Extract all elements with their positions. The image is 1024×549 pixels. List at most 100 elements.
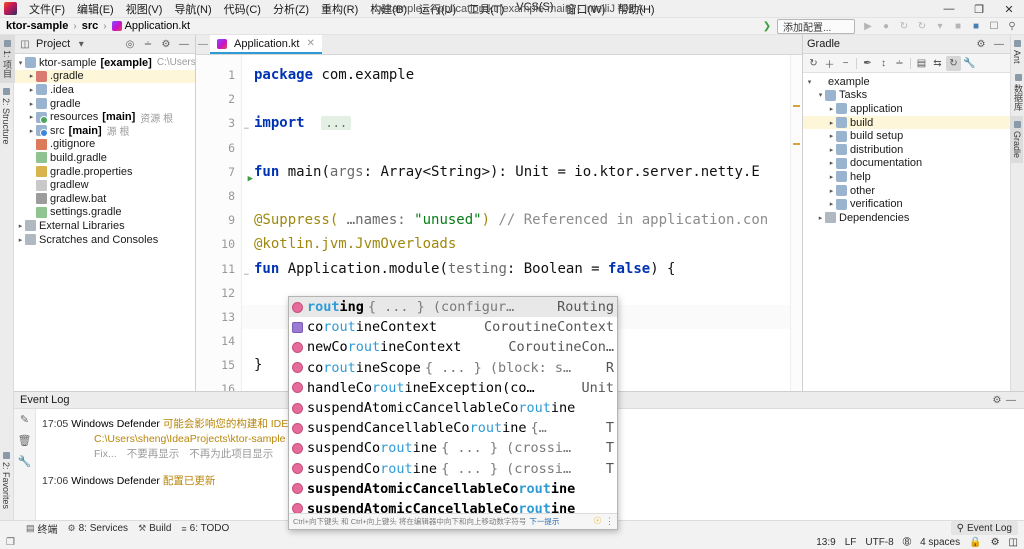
completion-list[interactable]: routing{ ... } (configur…Routingcoroutin… (289, 297, 617, 513)
profile-dropdown-icon[interactable]: ▾ (932, 19, 948, 34)
project-tree-item-row[interactable]: ▸build.gradle (14, 151, 195, 165)
gradle-tree-item-row[interactable]: ▸distribution (803, 143, 1010, 157)
chevron-right-icon[interactable]: ▸ (27, 208, 36, 216)
menu-item-6[interactable]: 重构(R) (315, 0, 364, 18)
gradle-tree-item-row[interactable]: ▸documentation (803, 157, 1010, 171)
project-tree-item-row[interactable]: ▾ktor-sample[example]C:\Users\sheng\Ide (14, 56, 195, 70)
code-line[interactable] (254, 87, 802, 111)
chevron-right-icon[interactable]: ▸ (27, 181, 36, 189)
settings-gear-icon[interactable]: ⚙ (159, 37, 173, 51)
locate-icon[interactable]: ◎ (123, 37, 137, 51)
code-line[interactable] (254, 184, 802, 208)
chevron-right-icon[interactable]: ▸ (27, 140, 36, 148)
menu-item-1[interactable]: 编辑(E) (71, 0, 120, 18)
chevron-right-icon[interactable]: ▸ (827, 119, 836, 127)
maximize-tool-icon[interactable]: ❐ (6, 537, 15, 548)
fullscreen-icon[interactable]: ☐ (986, 19, 1002, 34)
toggle-tasks-icon[interactable]: ↻ (946, 56, 961, 71)
gradle-tree-item-row[interactable]: ▾example (803, 75, 1010, 89)
hide-panel-icon[interactable]: — (177, 37, 191, 51)
indent-setting[interactable]: 4 spaces (920, 537, 960, 548)
menu-item-2[interactable]: 视图(V) (120, 0, 169, 18)
more-options-icon[interactable]: ⋮ (605, 516, 613, 527)
event-log-action-link[interactable]: Fix... (94, 448, 117, 460)
trash-icon[interactable]: 🗑 (18, 434, 32, 447)
breadcrumb-src[interactable]: src (82, 20, 99, 32)
hide-panel-icon[interactable]: — (992, 37, 1006, 51)
update-project-icon[interactable]: ■ (968, 19, 984, 34)
menu-item-11[interactable]: 窗口(W) (560, 0, 612, 18)
completion-item[interactable]: routing{ ... } (configur…Routing (289, 297, 617, 317)
chevron-right-icon[interactable]: ▸ (27, 72, 36, 80)
project-tree-item-row[interactable]: ▸gradle.properties (14, 165, 195, 179)
status-tool-6todo[interactable]: ≡6: TODO (181, 523, 229, 534)
tool-window-tab-2structure[interactable]: 2: Structure (0, 83, 12, 150)
wrench-icon[interactable]: 🔧 (18, 455, 32, 468)
code-line[interactable]: fun main(args: Array<String>): Unit = io… (254, 160, 802, 184)
event-log-status-button[interactable]: ⚲ Event Log (951, 521, 1018, 535)
completion-item[interactable]: suspendCancellableCoroutine{…T (289, 418, 617, 438)
attach-icon[interactable]: ✒ (860, 56, 875, 71)
event-log-action-link[interactable]: 不再为此项目显示 (189, 448, 273, 460)
code-completion-popup[interactable]: routing{ ... } (configur…Routingcoroutin… (288, 296, 618, 530)
chevron-down-icon[interactable]: ▾ (74, 37, 88, 51)
code-line[interactable]: fun Application.module(testing: Boolean … (254, 257, 802, 281)
status-tool-8services[interactable]: ⚙8: Services (68, 523, 129, 534)
chevron-right-icon[interactable]: ▸ (827, 200, 836, 208)
stop-icon[interactable]: ■ (950, 19, 966, 34)
menu-item-12[interactable]: 帮助(H) (611, 0, 660, 18)
chevron-right-icon[interactable]: ▸ (827, 159, 836, 167)
menu-item-9[interactable]: 工具(T) (462, 0, 510, 18)
maximize-button[interactable]: ❐ (964, 0, 994, 18)
add-icon[interactable]: ＋ (822, 56, 837, 71)
close-icon[interactable]: ✕ (306, 38, 314, 49)
gradle-tree-item-row[interactable]: ▸Dependencies (803, 211, 1010, 225)
gradle-tree-item-row[interactable]: ▸application (803, 102, 1010, 116)
git-branch-icon[interactable]: ➇ (903, 537, 911, 548)
code-line[interactable]: @Suppress( …names: "unused") // Referenc… (254, 208, 802, 232)
run-coverage-icon[interactable]: ↻ (896, 19, 912, 34)
gradle-tree-item-row[interactable]: ▸verification (803, 197, 1010, 211)
build-hammer-icon[interactable]: ❯ (759, 19, 775, 34)
code-line[interactable]: @kotlin.jvm.JvmOverloads (254, 232, 802, 256)
menu-item-0[interactable]: 文件(F) (23, 0, 71, 18)
tab-list-icon[interactable]: — (196, 35, 210, 54)
breadcrumb-project[interactable]: ktor-sample (6, 20, 68, 32)
lock-icon[interactable]: 🔒 (969, 537, 981, 548)
close-button[interactable]: ✕ (994, 0, 1024, 18)
chevron-right-icon[interactable]: ▸ (827, 132, 836, 140)
chevron-right-icon[interactable]: ▸ (827, 146, 836, 154)
chevron-right-icon[interactable]: ▸ (27, 100, 36, 108)
encoding[interactable]: UTF-8 (865, 537, 893, 548)
menu-item-4[interactable]: 代码(C) (218, 0, 267, 18)
chevron-right-icon[interactable]: ▸ (27, 154, 36, 162)
run-configuration-selector[interactable]: 添加配置... (777, 19, 855, 34)
code-line[interactable]: import ... (254, 111, 802, 135)
collapse-all-icon[interactable]: ∸ (892, 56, 907, 71)
chevron-right-icon[interactable]: ▸ (27, 168, 36, 176)
completion-hint-link[interactable]: 下一提示 (529, 516, 559, 527)
completion-item[interactable]: newCoroutineContextCoroutineCon… (289, 337, 617, 357)
edit-icon[interactable]: ✎ (20, 413, 29, 426)
project-tree-item-row[interactable]: ▸Scratches and Consoles (14, 233, 195, 247)
status-tool-[interactable]: ▤终端 (26, 521, 58, 536)
completion-item[interactable]: suspendAtomicCancellableCoroutine (289, 479, 617, 499)
expand-all-icon[interactable]: ↕ (876, 56, 891, 71)
toggle-offline-icon[interactable]: ⇆ (930, 56, 945, 71)
project-tree-item-row[interactable]: ▸.gradle (14, 70, 195, 84)
refresh-icon[interactable]: ↻ (806, 56, 821, 71)
chevron-right-icon[interactable]: ▸ (27, 86, 36, 94)
project-tree-item-row[interactable]: ▸.gitignore (14, 138, 195, 152)
run-task-icon[interactable]: ▤ (914, 56, 929, 71)
chevron-right-icon[interactable]: ▸ (827, 187, 836, 195)
line-separator[interactable]: LF (845, 537, 857, 548)
gradle-tree-item-row[interactable]: ▸help (803, 170, 1010, 184)
breadcrumb-file[interactable]: Application.kt (112, 20, 190, 32)
lightbulb-icon[interactable]: ☉ (593, 516, 602, 527)
chevron-right-icon[interactable]: ▸ (27, 113, 36, 121)
caret-position[interactable]: 13:9 (816, 537, 835, 548)
menu-item-5[interactable]: 分析(Z) (267, 0, 315, 18)
inspection-icon[interactable]: ⚙ (991, 537, 1000, 548)
settings-gear-icon[interactable]: ⚙ (974, 37, 988, 51)
chevron-right-icon[interactable]: ▸ (27, 195, 36, 203)
